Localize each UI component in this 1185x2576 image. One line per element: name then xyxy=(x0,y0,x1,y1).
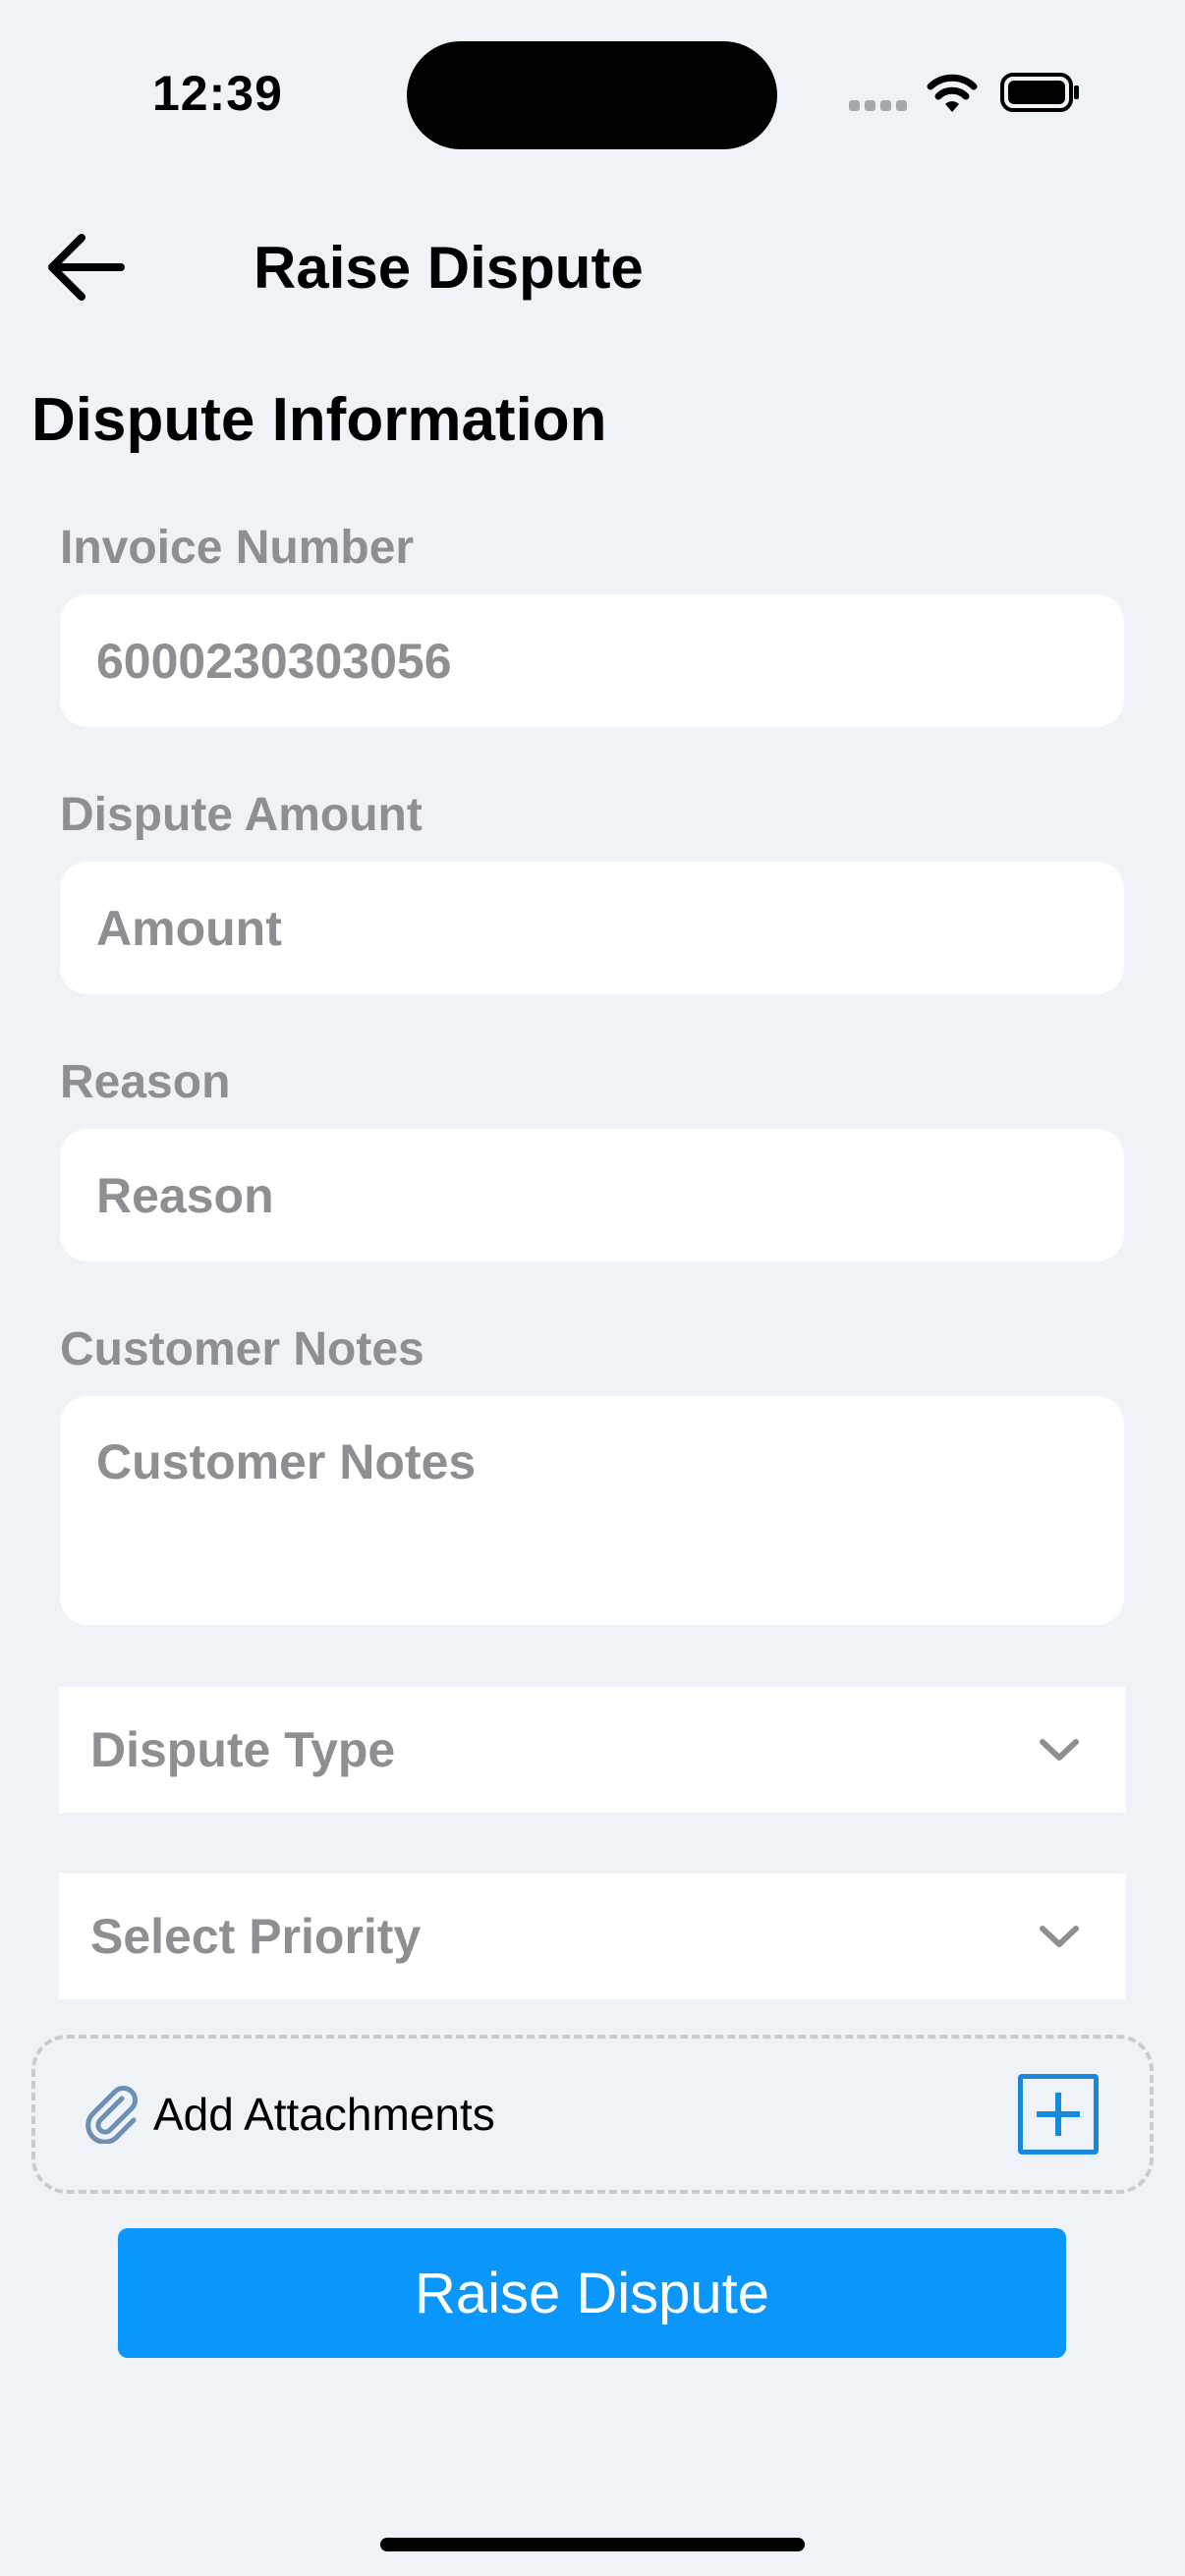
invoice-number-field[interactable]: 6000230303056 xyxy=(60,594,1124,727)
customer-notes-field[interactable]: Customer Notes xyxy=(60,1396,1124,1625)
wifi-icon xyxy=(927,74,978,112)
section-title: Dispute Information xyxy=(31,386,607,454)
invoice-number-value: 6000230303056 xyxy=(96,633,452,689)
chevron-down-icon xyxy=(1040,1926,1079,1947)
dispute-amount-label: Dispute Amount xyxy=(60,789,423,841)
reason-placeholder: Reason xyxy=(96,1167,274,1223)
page-title: Raise Dispute xyxy=(254,235,644,301)
reason-field[interactable]: Reason xyxy=(60,1129,1124,1261)
dispute-amount-placeholder: Amount xyxy=(96,900,282,956)
dispute-type-select[interactable]: Dispute Type xyxy=(59,1687,1126,1813)
attachments-dropzone[interactable]: Add Attachments xyxy=(31,2035,1154,2194)
battery-icon xyxy=(1000,73,1079,112)
back-arrow-icon xyxy=(48,234,125,301)
customer-notes-label: Customer Notes xyxy=(60,1323,424,1375)
add-attachment-icon[interactable] xyxy=(1018,2074,1099,2155)
dispute-amount-field[interactable]: Amount xyxy=(60,862,1124,994)
chevron-down-icon xyxy=(1040,1739,1079,1761)
priority-select[interactable]: Select Priority xyxy=(59,1874,1126,1999)
attachments-label: Add Attachments xyxy=(153,2089,495,2140)
attachments-label-group: Add Attachments xyxy=(83,2085,495,2144)
customer-notes-placeholder: Customer Notes xyxy=(96,1434,477,1489)
status-time: 12:39 xyxy=(152,66,283,121)
dispute-type-placeholder: Dispute Type xyxy=(90,1722,396,1777)
raise-dispute-button[interactable]: Raise Dispute xyxy=(118,2228,1066,2358)
dynamic-island xyxy=(407,41,777,149)
priority-placeholder: Select Priority xyxy=(90,1909,422,1964)
back-button[interactable] xyxy=(39,222,130,312)
cellular-signal-icon xyxy=(849,100,908,114)
paperclip-icon xyxy=(85,2086,138,2144)
invoice-number-label: Invoice Number xyxy=(60,522,415,574)
home-indicator xyxy=(380,2538,805,2551)
reason-label: Reason xyxy=(60,1056,231,1108)
raise-dispute-screen: 12:39 Raise Dispute Dispute Information … xyxy=(0,0,1185,2576)
